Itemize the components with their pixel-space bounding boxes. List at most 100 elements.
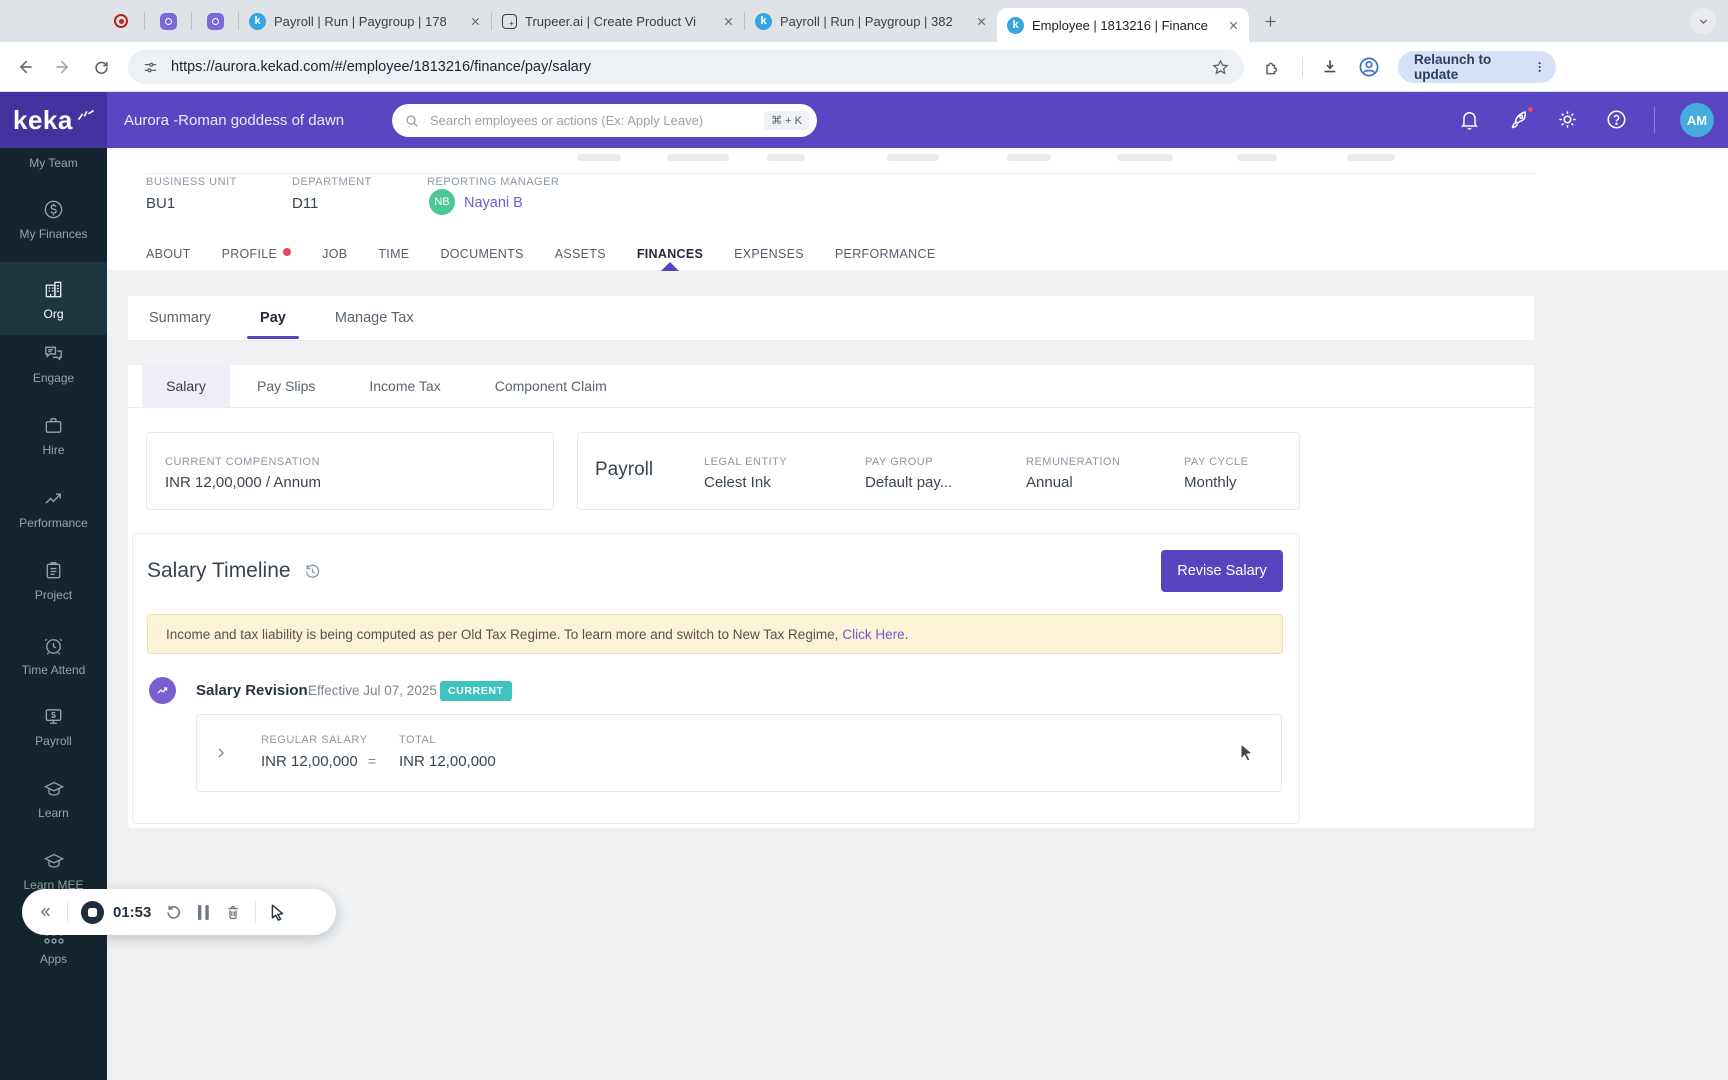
skeleton-bar: [1347, 154, 1395, 161]
close-icon[interactable]: [470, 16, 481, 27]
forward-button[interactable]: [46, 50, 80, 84]
sidebar-item-time-attend[interactable]: Time Attend: [0, 634, 107, 677]
sidebar-item-performance[interactable]: Performance: [0, 487, 107, 530]
tab-search-button[interactable]: [1690, 8, 1716, 34]
sidebar-item-learn-mee[interactable]: Learn MEE: [0, 850, 107, 892]
sidebar-item-project[interactable]: Project: [0, 559, 107, 602]
user-avatar[interactable]: AM: [1680, 103, 1714, 137]
settings-gear-icon[interactable]: [1556, 108, 1580, 132]
whats-new-rocket-icon[interactable]: [1507, 105, 1535, 132]
url-text[interactable]: https://aurora.kekad.com/#/employee/1813…: [171, 59, 1199, 75]
skeleton-bar: [1237, 154, 1277, 161]
revise-salary-button[interactable]: Revise Salary: [1161, 550, 1283, 592]
tab-payroll-1[interactable]: k Payroll | Run | Paygroup | 178: [239, 0, 491, 42]
restart-recording-icon[interactable]: [164, 903, 183, 922]
workspace-title: Aurora -Roman goddess of dawn: [124, 111, 345, 129]
extensions-icon[interactable]: [1255, 50, 1289, 84]
tab-job[interactable]: JOB: [322, 237, 347, 271]
pause-recording-icon[interactable]: [196, 904, 211, 921]
close-icon[interactable]: [723, 16, 734, 27]
salary-timeline-card: Salary Timeline Revise Salary Income and…: [132, 533, 1300, 824]
tab-about[interactable]: ABOUT: [146, 237, 191, 271]
tab-documents[interactable]: DOCUMENTS: [440, 237, 523, 271]
pinned-tab-1[interactable]: [145, 0, 191, 42]
field-label: REPORTING MANAGER: [427, 176, 560, 188]
tab-payroll-2[interactable]: k Payroll | Run | Paygroup | 382: [745, 0, 997, 42]
business-unit-field: BUSINESS UNIT BU1: [146, 176, 237, 212]
address-bar[interactable]: https://aurora.kekad.com/#/employee/1813…: [128, 50, 1244, 84]
search-shortcut-badge: ⌘ + K: [764, 111, 809, 130]
trupeer-favicon: +: [502, 13, 517, 29]
site-info-icon[interactable]: [142, 59, 159, 76]
tab-separator: [744, 12, 745, 30]
subtab-summary[interactable]: Summary: [149, 296, 211, 341]
relaunch-to-update-button[interactable]: Relaunch to update: [1398, 51, 1556, 83]
sidebar-item-payroll[interactable]: Payroll: [0, 705, 107, 748]
collapse-toolbar-icon[interactable]: [36, 903, 54, 921]
history-icon[interactable]: [303, 562, 322, 581]
salary-revision-title: Salary Revision: [196, 682, 308, 699]
subtab-pay[interactable]: Pay: [246, 296, 299, 341]
pinned-tab-2[interactable]: [192, 0, 238, 42]
skeleton-bar: [577, 154, 621, 161]
sidebar-item-engage[interactable]: Engage: [0, 342, 107, 385]
tab-performance[interactable]: PERFORMANCE: [835, 237, 936, 271]
engage-icon: [45, 346, 62, 361]
tab-assets[interactable]: ASSETS: [555, 237, 606, 271]
tab-separator: [238, 12, 239, 30]
notification-badge: [1526, 105, 1535, 114]
skeleton-bar: [767, 154, 805, 161]
kebab-menu-icon[interactable]: [1533, 60, 1546, 74]
stop-recording-button[interactable]: [81, 900, 104, 924]
tab-profile[interactable]: PROFILE: [222, 237, 292, 271]
close-icon[interactable]: [976, 16, 987, 27]
sidebar-item-learn[interactable]: Learn: [0, 778, 107, 820]
paytab-component-claim[interactable]: Component Claim: [468, 365, 634, 407]
keka-favicon: k: [755, 12, 772, 30]
skeleton-bar: [667, 154, 729, 161]
tab-expenses[interactable]: EXPENSES: [734, 237, 804, 271]
back-button[interactable]: [8, 50, 42, 84]
field-value: BU1: [146, 195, 176, 212]
sidebar-item-org[interactable]: Org: [0, 262, 107, 335]
sidebar-item-hire[interactable]: Hire: [0, 414, 107, 457]
paytab-pay-slips[interactable]: Pay Slips: [230, 365, 342, 407]
keka-favicon: k: [249, 12, 266, 30]
delete-recording-icon[interactable]: [224, 903, 242, 922]
tax-regime-link[interactable]: Click Here: [842, 627, 904, 642]
tab-trupeer[interactable]: + Trupeer.ai | Create Product Vi: [492, 0, 744, 42]
manager-avatar[interactable]: NB: [429, 189, 455, 215]
reporting-manager-field: REPORTING MANAGER: [427, 176, 559, 188]
tab-finances[interactable]: FINANCES: [637, 237, 703, 271]
tab-employee-active[interactable]: k Employee | 1813216 | Finance: [997, 8, 1249, 42]
sidebar-item-my-team[interactable]: My Team: [0, 156, 107, 170]
notifications-bell-icon[interactable]: [1458, 108, 1482, 132]
salary-revision-row[interactable]: REGULAR SALARY INR 12,00,000 = TOTAL INR…: [196, 714, 1282, 792]
close-icon[interactable]: [1228, 20, 1239, 31]
cursor-tool-icon[interactable]: [269, 903, 286, 921]
pinned-favicon: [159, 12, 177, 30]
browser-window: k Payroll | Run | Paygroup | 178 + Trupe…: [0, 0, 1728, 1080]
tab-time[interactable]: TIME: [378, 237, 409, 271]
tab-title: Employee | 1813216 | Finance: [1032, 17, 1208, 33]
subtab-manage-tax[interactable]: Manage Tax: [335, 296, 414, 341]
bookmark-star-icon[interactable]: [1211, 58, 1230, 77]
manager-name-link[interactable]: Nayani B: [464, 195, 523, 211]
keka-logo[interactable]: keka: [0, 92, 107, 148]
search-input[interactable]: [428, 112, 757, 129]
global-search[interactable]: ⌘ + K: [392, 104, 817, 137]
profile-button[interactable]: [1352, 50, 1386, 84]
recorder-divider: [255, 901, 257, 923]
banner-text: Income and tax liability is being comput…: [166, 626, 839, 642]
sidebar-nav: My Team My Finances Org Engage Hire Perf…: [0, 148, 107, 1080]
new-tab-button[interactable]: [1255, 6, 1285, 36]
help-icon[interactable]: [1605, 108, 1629, 132]
reload-button[interactable]: [84, 50, 118, 84]
recording-tab[interactable]: [98, 0, 144, 42]
sidebar-item-my-finances[interactable]: My Finances: [0, 198, 107, 241]
expand-chevron-icon[interactable]: [213, 742, 229, 764]
paytab-income-tax[interactable]: Income Tax: [342, 365, 467, 407]
downloads-button[interactable]: [1313, 50, 1347, 84]
paytab-salary[interactable]: Salary: [142, 365, 230, 407]
project-icon: [46, 562, 61, 579]
